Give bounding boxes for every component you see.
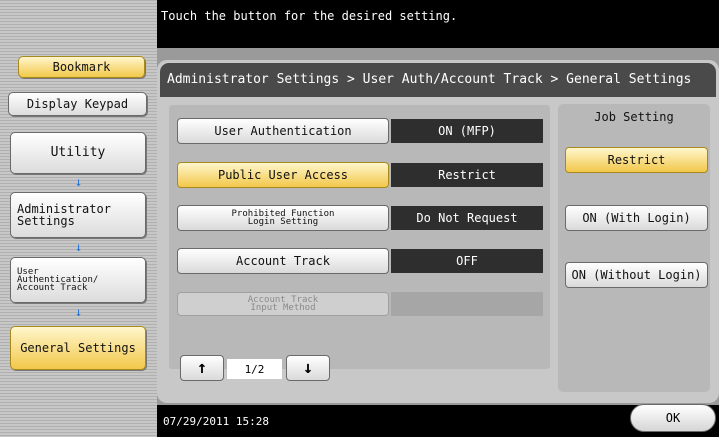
setting-label: User Authentication bbox=[214, 124, 352, 138]
left-sidebar: Bookmark Display Keypad Utility ↓ Admini… bbox=[0, 0, 157, 437]
arrow-down-icon: ↓ bbox=[302, 358, 314, 378]
user-authentication-button[interactable]: User Authentication bbox=[177, 118, 389, 144]
display-keypad-button[interactable]: Display Keypad bbox=[8, 92, 147, 116]
datetime-display: 07/29/2011 15:28 bbox=[163, 415, 269, 428]
setting-label: Prohibited Function Login Setting bbox=[231, 209, 335, 227]
bookmark-button[interactable]: Bookmark bbox=[18, 56, 145, 78]
account-track-input-method-value bbox=[391, 292, 543, 316]
public-user-access-value: Restrict bbox=[391, 163, 543, 187]
prohibited-function-login-setting-value: Do Not Request bbox=[391, 206, 543, 230]
setting-label: Account Track Input Method bbox=[247, 295, 319, 313]
utility-button[interactable]: Utility bbox=[10, 132, 146, 174]
flow-arrow-icon: ↓ bbox=[75, 175, 83, 189]
administrator-settings-button[interactable]: Administrator Settings bbox=[10, 192, 146, 238]
job-setting-title: Job Setting bbox=[594, 110, 674, 124]
job-setting-on-without-login-button[interactable]: ON (Without Login) bbox=[565, 262, 708, 288]
setting-label: Public User Access bbox=[217, 168, 349, 182]
account-track-value: OFF bbox=[391, 249, 543, 273]
ok-button[interactable]: OK bbox=[630, 404, 716, 432]
job-setting-restrict-button[interactable]: Restrict bbox=[565, 147, 708, 173]
page-indicator: 1/2 bbox=[227, 359, 282, 379]
message-bar: Touch the button for the desired setting… bbox=[157, 0, 719, 48]
page-down-button[interactable]: ↓ bbox=[286, 355, 330, 381]
page-up-button[interactable]: ↑ bbox=[180, 355, 224, 381]
breadcrumb: Administrator Settings > User Auth/Accou… bbox=[160, 63, 716, 97]
arrow-up-icon: ↑ bbox=[196, 358, 208, 378]
settings-list-area bbox=[169, 105, 550, 369]
flow-arrow-icon: ↓ bbox=[75, 240, 83, 254]
job-setting-on-with-login-button[interactable]: ON (With Login) bbox=[565, 205, 708, 231]
instruction-text: Touch the button for the desired setting… bbox=[161, 9, 458, 23]
setting-label: Account Track bbox=[236, 254, 330, 268]
user-authentication-value: ON (MFP) bbox=[391, 119, 543, 143]
public-user-access-button[interactable]: Public User Access bbox=[177, 162, 389, 188]
account-track-input-method-button: Account Track Input Method bbox=[177, 292, 389, 316]
flow-arrow-icon: ↓ bbox=[75, 305, 83, 319]
general-settings-button[interactable]: General Settings bbox=[10, 326, 146, 370]
prohibited-function-login-setting-button[interactable]: Prohibited Function Login Setting bbox=[177, 205, 389, 231]
user-auth-account-track-button[interactable]: User Authentication/ Account Track bbox=[10, 257, 146, 303]
account-track-button[interactable]: Account Track bbox=[177, 248, 389, 274]
